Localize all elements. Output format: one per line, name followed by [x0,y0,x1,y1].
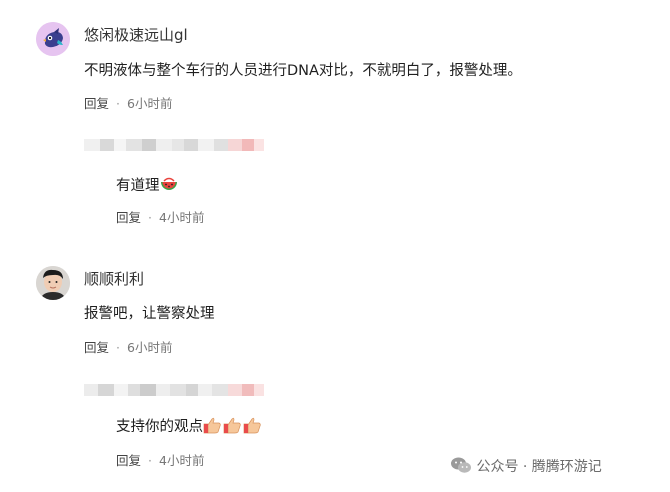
comments-screen: { "comments": [ { "username": "悠闲极速远山gl"… [0,0,670,492]
comment-username[interactable]: 顺顺利利 [84,268,144,289]
meta-separator: · [148,210,152,225]
meta-separator: · [116,96,120,111]
reply-text-content: 支持你的观点 [116,419,203,435]
comment-text: 报警吧，让警察处理 [84,306,215,322]
wechat-icon [450,456,472,478]
reply-button[interactable]: 回复 [84,96,109,111]
comment-meta: 回复 · 6小时前 [84,93,172,112]
comment-username[interactable]: 悠闲极速远山gl [84,24,188,45]
comment-time: 6小时前 [127,96,173,111]
avatar[interactable] [36,266,70,300]
reply-meta: 回复 · 4小时前 [116,450,204,469]
reply-text-content: 有道理 [116,178,160,194]
thumbs-up-icon [203,416,263,438]
avatar-bird-icon [36,22,70,56]
reply-time: 4小时前 [159,453,205,468]
watermark-text: 公众号 · 腾腾环游记 [476,459,602,475]
avatar[interactable] [36,22,70,56]
comment-time: 6小时前 [127,340,173,355]
reply-username-pixelated [84,377,264,403]
reply-time: 4小时前 [159,210,205,225]
reply-text: 有道理 [116,174,178,197]
reply-button[interactable]: 回复 [84,340,109,355]
avatar-person-icon [36,266,70,300]
comment-meta: 回复 · 6小时前 [84,337,172,356]
reply-text: 支持你的观点 [116,415,263,438]
watermelon-icon [160,175,178,197]
meta-separator: · [116,340,120,355]
watermark: 公众号 · 腾腾环游记 [450,456,602,478]
comment-text: 不明液体与整个车行的人员进行DNA对比，不就明白了，报警处理。 [84,63,522,79]
reply-button[interactable]: 回复 [116,453,141,468]
reply-button[interactable]: 回复 [116,210,141,225]
reply-username-pixelated [84,132,264,158]
reply-meta: 回复 · 4小时前 [116,207,204,226]
meta-separator: · [148,453,152,468]
